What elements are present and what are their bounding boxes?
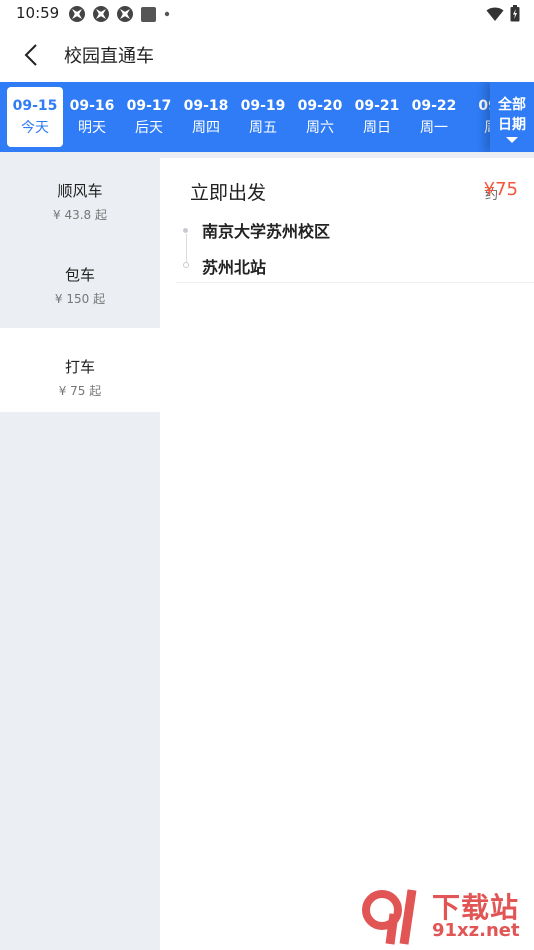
date-tab[interactable]: 09-21 周日 (349, 87, 405, 147)
route-destination: 苏州北站 (202, 258, 267, 277)
page-title: 校园直通车 (64, 46, 154, 67)
date-tab[interactable]: 09-18 周四 (178, 87, 234, 147)
sidebar-item-taxi[interactable]: 打车 ¥ 75 起 (0, 328, 160, 412)
date-tab-label: 后天 (135, 120, 163, 136)
service-type-sidebar: 顺风车 ¥ 43.8 起 包车 ¥ 150 起 打车 ¥ 75 起 (0, 152, 160, 950)
all-dates-button[interactable]: 全部 日期 (490, 82, 534, 152)
date-tab-label: 周五 (249, 120, 277, 136)
sidebar-item-carpool[interactable]: 顺风车 ¥ 43.8 起 (0, 152, 160, 236)
date-tab-date: 09-22 (411, 98, 457, 114)
date-tab[interactable]: 09-20 周六 (292, 87, 348, 147)
app-notification-icon (69, 6, 85, 22)
sidebar-item-name: 打车 (64, 358, 95, 376)
date-tab[interactable]: 09-19 周五 (235, 87, 291, 147)
trip-price: ¥75 (483, 179, 518, 200)
sidebar-item-name: 顺风车 (57, 182, 103, 200)
date-tab-date: 09-15 (12, 98, 58, 114)
date-tab[interactable]: 09-16 明天 (64, 87, 120, 147)
all-dates-label-line2: 日期 (498, 117, 526, 133)
route-end-dot-icon (183, 262, 189, 268)
route-line (186, 234, 187, 264)
date-tab-label: 周四 (192, 120, 220, 136)
all-dates-label-line1: 全部 (498, 97, 526, 113)
date-tab[interactable]: 09-17 后天 (121, 87, 177, 147)
square-notification-icon (141, 6, 156, 22)
date-tab-date: 09-19 (240, 98, 286, 114)
date-tab-label: 周六 (306, 120, 334, 136)
date-tab-today[interactable]: 09-15 今天 (7, 87, 63, 147)
back-button[interactable] (16, 40, 46, 70)
app-notification-icon (117, 6, 133, 22)
sidebar-item-charter[interactable]: 包车 ¥ 150 起 (0, 236, 160, 320)
route-origin: 南京大学苏州校区 (202, 222, 331, 241)
sidebar-item-price: ¥ 75 起 (58, 384, 102, 398)
caret-down-icon (506, 137, 518, 143)
91-logo (362, 889, 417, 945)
trip-title: 立即出发 (190, 182, 267, 204)
wifi-icon (486, 7, 504, 21)
trip-list: 立即出发 约 ¥75 南京大学苏州校区 苏州北站 (160, 152, 534, 950)
status-system-icons (486, 5, 520, 22)
route-start-dot-icon (183, 228, 188, 233)
status-notification-icons (68, 5, 171, 23)
date-tab-date: 09-16 (69, 98, 115, 114)
back-chevron-icon (24, 44, 37, 66)
battery-icon (510, 5, 520, 22)
dot-icon (164, 11, 170, 17)
sidebar-item-price: ¥ 43.8 起 (53, 208, 107, 222)
watermark-url: 91xz.net (432, 920, 520, 941)
status-bar: 10:59 (0, 0, 534, 28)
date-tab-date: 09-21 (354, 98, 400, 114)
date-tab-date: 09-17 (126, 98, 172, 114)
date-tab-date: 09-18 (183, 98, 229, 114)
app-notification-icon (93, 6, 109, 22)
trip-card[interactable]: 立即出发 约 ¥75 南京大学苏州校区 苏州北站 (176, 166, 534, 283)
date-tab-label: 明天 (78, 120, 106, 136)
date-tab-date: 09-20 (297, 98, 343, 114)
divider (160, 152, 534, 158)
sidebar-item-price: ¥ 150 起 (54, 292, 106, 306)
date-tab-label: 周日 (363, 120, 391, 136)
date-strip: 09-15 今天 09-16 明天 09-17 后天 09-18 周四 09-1… (0, 82, 534, 152)
status-time: 10:59 (16, 4, 60, 22)
date-tab[interactable]: 09-22 周一 (406, 87, 462, 147)
app-bar: 校园直通车 (0, 28, 534, 82)
date-tab-label: 今天 (21, 120, 49, 136)
watermark: 下载站 91xz.net (360, 886, 530, 946)
date-tab-label: 周一 (420, 120, 448, 136)
sidebar-item-name: 包车 (64, 266, 95, 284)
